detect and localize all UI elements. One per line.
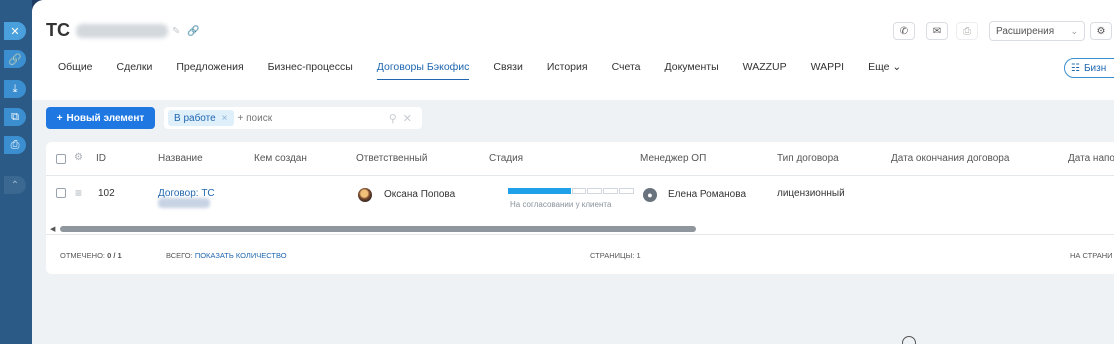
cursor-indicator (902, 336, 916, 344)
tab-links[interactable]: Связи (493, 61, 522, 80)
plus-icon: + (56, 112, 63, 124)
column-settings-icon[interactable]: ⚙ (74, 152, 83, 163)
tab-general[interactable]: Общие (58, 61, 93, 80)
tab-wazzup[interactable]: WAZZUP (743, 61, 787, 80)
title-edit-icons[interactable]: ✎ 🔗 (172, 26, 202, 37)
entity-panel: ТС ✎ 🔗 ✆ ✉ ⎙ Расширения ⌄ ⚙ Общие Сделки… (32, 0, 1114, 344)
stage-segment[interactable] (603, 188, 619, 194)
search-input[interactable] (237, 112, 378, 124)
business-label: Бизн (1083, 62, 1107, 74)
row-checkbox[interactable] (56, 188, 66, 198)
horizontal-scrollbar[interactable]: ◀ (50, 225, 1110, 233)
column-created-by[interactable]: Кем создан (254, 153, 307, 164)
page-title: ТС (46, 20, 70, 40)
column-reminder-date[interactable]: Дата напо (1068, 153, 1114, 164)
open-new-window-icon[interactable]: ⧉ (4, 108, 26, 126)
select-all-checkbox[interactable] (56, 154, 66, 164)
download-icon[interactable]: ⤓ (4, 80, 26, 98)
stage-progress-fill (508, 188, 571, 194)
contract-type-value: лицензионный (777, 188, 845, 199)
manager-name[interactable]: Елена Романова (668, 189, 746, 200)
new-element-label: Новый элемент (66, 112, 145, 124)
search-icon[interactable]: ⚲ (389, 112, 397, 125)
new-element-button[interactable]: + Новый элемент (46, 107, 155, 129)
business-icon: ☷ (1071, 62, 1080, 74)
column-contract-type[interactable]: Тип договора (777, 153, 839, 164)
filter-search-box[interactable]: В работе × ⚲ ✕ (164, 107, 422, 129)
collapse-icon[interactable]: ⌃ (4, 176, 26, 194)
redacted-title (76, 24, 168, 38)
stage-segment[interactable] (587, 188, 603, 194)
tab-more[interactable]: Еще ⌄ (868, 61, 901, 80)
chevron-down-icon: ⌄ (1070, 25, 1078, 36)
link-icon[interactable]: 🔗 (4, 50, 26, 68)
header: ТС ✎ 🔗 ✆ ✉ ⎙ Расширения ⌄ ⚙ Общие Сделки… (32, 0, 1114, 100)
tab-bar: Общие Сделки Предложения Бизнес-процессы… (58, 61, 925, 80)
side-rail: ✕ 🔗 ⤓ ⧉ ⎙ ⌃ (0, 0, 32, 344)
row-id: 102 (98, 188, 115, 199)
column-id[interactable]: ID (96, 153, 106, 164)
tab-documents[interactable]: Документы (665, 61, 719, 80)
scroll-left-icon[interactable]: ◀ (50, 225, 55, 233)
user-icon[interactable]: ● (643, 188, 657, 202)
drag-handle-icon[interactable]: ≡ (75, 186, 82, 200)
extensions-label: Расширения (996, 25, 1055, 37)
stage-segment[interactable] (571, 188, 587, 194)
total-count: ВСЕГО: ПОКАЗАТЬ КОЛИЧЕСТВО (166, 251, 287, 260)
tab-invoices[interactable]: Счета (612, 61, 641, 80)
document-icon[interactable]: ⎙ (956, 22, 978, 40)
filter-chip-label: В работе (174, 112, 216, 124)
extensions-dropdown[interactable]: Расширения ⌄ (989, 21, 1085, 41)
chip-remove-icon[interactable]: × (222, 113, 228, 124)
stage-label: На согласовании у клиента (510, 200, 612, 209)
marked-count: ОТМЕЧЕНО: 0 / 1 (60, 251, 122, 260)
table-row[interactable]: ≡ 102 Договор: ТС Оксана Попова На согла… (46, 176, 1114, 224)
column-responsible[interactable]: Ответственный (356, 153, 427, 164)
column-manager[interactable]: Менеджер ОП (640, 153, 706, 164)
pages-info: СТРАНИЦЫ: 1 (590, 251, 641, 260)
responsible-avatar[interactable] (358, 188, 372, 202)
close-icon[interactable]: ✕ (4, 22, 26, 40)
gear-icon[interactable]: ⚙ (1090, 22, 1112, 40)
tab-deals[interactable]: Сделки (117, 61, 153, 80)
show-count-link[interactable]: ПОКАЗАТЬ КОЛИЧЕСТВО (195, 251, 287, 260)
scrollbar-thumb[interactable] (60, 226, 696, 232)
print-icon[interactable]: ⎙ (4, 136, 26, 154)
column-name[interactable]: Название (158, 153, 203, 164)
tab-history[interactable]: История (547, 61, 588, 80)
grid-footer: ОТМЕЧЕНО: 0 / 1 ВСЕГО: ПОКАЗАТЬ КОЛИЧЕСТ… (46, 234, 1114, 274)
tab-contracts-backoffice[interactable]: Договоры Бэкофис (376, 61, 470, 80)
clear-icon[interactable]: ✕ (403, 112, 412, 125)
per-page-label[interactable]: НА СТРАНИ (1070, 251, 1113, 260)
column-stage[interactable]: Стадия (489, 153, 523, 164)
responsible-name[interactable]: Оксана Попова (384, 189, 455, 200)
tab-wappi[interactable]: WAPPI (811, 61, 844, 80)
filter-chip[interactable]: В работе × (168, 110, 234, 126)
redacted-name (158, 198, 210, 208)
column-end-date[interactable]: Дата окончания договора (891, 153, 1009, 164)
mail-icon[interactable]: ✉ (926, 22, 948, 40)
business-button[interactable]: ☷ Бизн (1064, 58, 1114, 78)
phone-icon[interactable]: ✆ (893, 22, 915, 40)
tab-offers[interactable]: Предложения (176, 61, 243, 80)
data-grid: ⚙ ID Название Кем создан Ответственный С… (46, 142, 1114, 274)
tab-business-processes[interactable]: Бизнес-процессы (268, 61, 353, 80)
stage-segment[interactable] (619, 188, 634, 194)
grid-header: ⚙ ID Название Кем создан Ответственный С… (46, 142, 1114, 176)
